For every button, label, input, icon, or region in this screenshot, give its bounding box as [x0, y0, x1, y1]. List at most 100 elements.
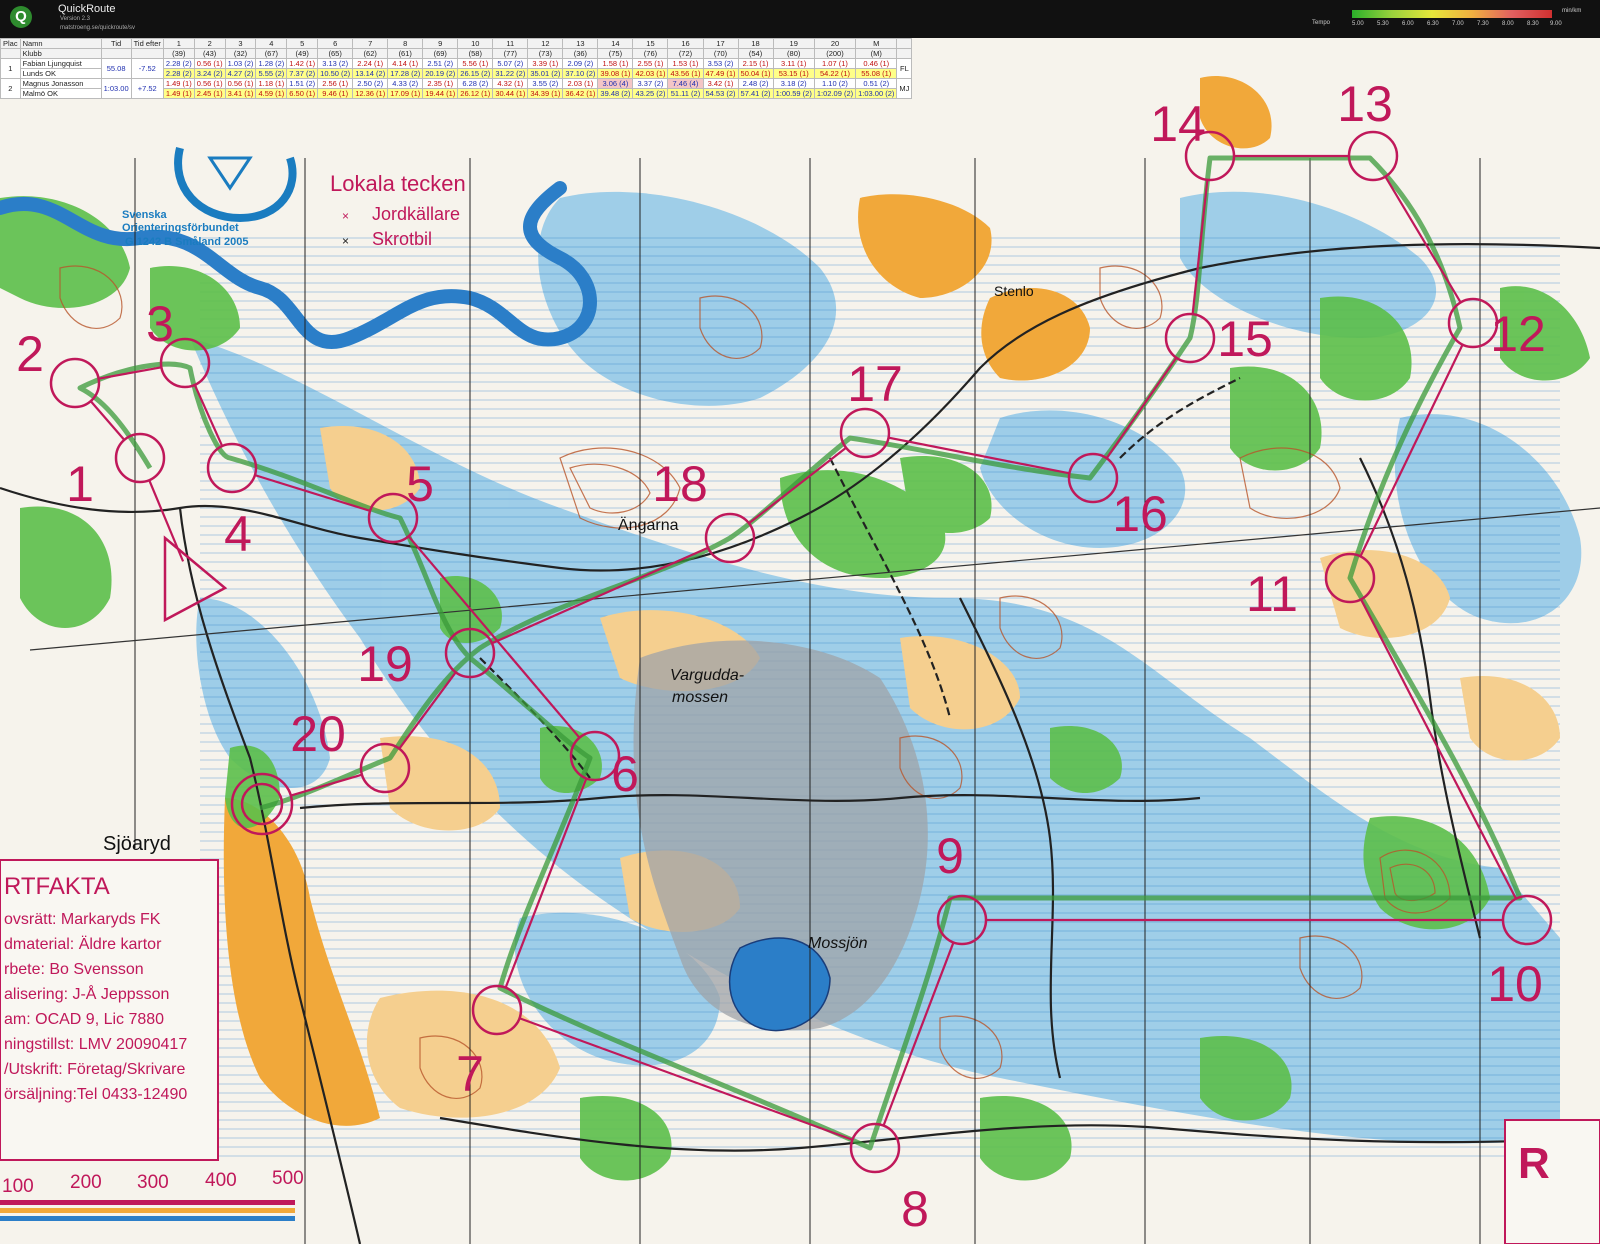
legend-symbol-2: × — [342, 234, 349, 248]
column-subheader: (75) — [597, 48, 634, 59]
table-cell: 3.55 (2) — [527, 78, 564, 89]
info-line: dmaterial: Äldre kartor — [4, 935, 162, 953]
table-cell: 51.11 (2) — [667, 88, 704, 99]
column-header[interactable]: 10 — [457, 38, 494, 49]
legend-symbol-1: × — [342, 209, 349, 223]
table-cell: 3.39 (1) — [527, 58, 564, 69]
table-cell: 1:02.09 (2) — [813, 88, 857, 99]
column-header[interactable]: 6 — [317, 38, 354, 49]
control-number: 16 — [1112, 486, 1168, 542]
column-subheader: (69) — [422, 48, 459, 59]
column-subheader: (77) — [492, 48, 529, 59]
control-number: 17 — [847, 356, 903, 412]
table-cell: 43.25 (2) — [632, 88, 669, 99]
map-info-box: RTFAKTA ovsrätt: Markaryds FK dmaterial:… — [0, 859, 219, 1161]
column-header[interactable]: 14 — [597, 38, 634, 49]
column-header[interactable]: 11 — [492, 38, 529, 49]
table-cell: 26.12 (1) — [457, 88, 494, 99]
column-header[interactable]: 4 — [255, 38, 288, 49]
table-cell: 39.08 (1) — [597, 68, 634, 79]
table-cell: 12.36 (1) — [352, 88, 389, 99]
table-cell: 1.03 (2) — [224, 58, 257, 69]
column-subheader: (32) — [224, 48, 257, 59]
column-header[interactable]: Namn — [19, 38, 102, 49]
column-header[interactable]: 15 — [632, 38, 669, 49]
column-header[interactable]: 9 — [422, 38, 459, 49]
table-cell: 2 — [0, 78, 21, 99]
table-cell: Fabian Ljungquist — [19, 58, 102, 69]
column-header[interactable]: 13 — [562, 38, 599, 49]
column-header[interactable]: 2 — [193, 38, 226, 49]
tempo-title: Tempo — [1312, 20, 1331, 26]
table-cell: -7.52 — [130, 58, 164, 79]
table-cell: 3.18 (2) — [772, 78, 815, 89]
column-subheader-blank — [896, 48, 913, 59]
column-header[interactable]: Tid efter — [130, 38, 164, 49]
column-subheader — [100, 48, 132, 59]
table-cell: 3.13 (2) — [317, 58, 354, 69]
table-cell: 5.56 (1) — [457, 58, 494, 69]
control-number: 2 — [16, 326, 44, 382]
column-header[interactable]: 18 — [737, 38, 774, 49]
column-header[interactable]: 17 — [702, 38, 739, 49]
table-cell: 37.10 (2) — [562, 68, 599, 79]
table-cell: +7.52 — [130, 78, 164, 99]
table-cell: 36.42 (1) — [562, 88, 599, 99]
column-header[interactable]: 16 — [667, 38, 704, 49]
table-cell: 20.19 (2) — [422, 68, 459, 79]
legend-label-skrotbil: Skrotbil — [372, 229, 432, 249]
table-cell: 1.49 (1) — [162, 88, 195, 99]
column-subheader — [130, 48, 164, 59]
column-header[interactable]: 1 — [162, 38, 195, 49]
table-cell: 2.50 (2) — [352, 78, 389, 89]
control-number: 13 — [1337, 76, 1393, 132]
tempo-tick: 9.00 — [1550, 21, 1562, 27]
table-cell: 26.15 (2) — [457, 68, 494, 79]
table-cell: 4.27 (2) — [224, 68, 257, 79]
table-cell: 4.32 (1) — [492, 78, 529, 89]
tempo-legend: Tempo 5.00 5.30 6.00 6.30 7.00 7.30 8.00… — [1312, 8, 1581, 30]
table-cell: 1 — [0, 58, 21, 79]
control-number: 7 — [456, 1046, 484, 1102]
table-cell: 10.50 (2) — [317, 68, 354, 79]
table-cell: 1.18 (1) — [255, 78, 288, 89]
control-number: 3 — [146, 296, 174, 352]
column-subheader: (65) — [317, 48, 354, 59]
column-header[interactable]: Plac — [0, 38, 21, 49]
column-header[interactable]: Tid — [100, 38, 132, 49]
column-subheader: (80) — [772, 48, 815, 59]
column-header[interactable]: 7 — [352, 38, 389, 49]
place-name-vargudda: Vargudda- — [670, 667, 744, 684]
info-line: /Utskrift: Företag/Skrivare — [4, 1061, 185, 1078]
scale-label: 400 — [205, 1170, 237, 1191]
table-cell: 3.42 (1) — [702, 78, 739, 89]
column-header[interactable]: 3 — [224, 38, 257, 49]
column-subheader: (76) — [632, 48, 669, 59]
orienteering-map[interactable]: 1234567891011121314151617181920 Svenska … — [0, 38, 1600, 1244]
column-header[interactable]: M — [855, 38, 898, 49]
place-name-mossjon: Mossjön — [808, 935, 868, 952]
column-subheader: (54) — [737, 48, 774, 59]
column-header[interactable]: 8 — [387, 38, 424, 49]
table-row[interactable]: 2 Magnus Jonasson 1:03.00 +7.52 1.49 (1) 0.56… — [0, 78, 913, 99]
column-header[interactable]: 19 — [772, 38, 815, 49]
column-header[interactable]: 12 — [527, 38, 564, 49]
tempo-tick: 7.00 — [1452, 21, 1464, 27]
control-number: 14 — [1150, 96, 1206, 152]
app-title: QuickRoute — [58, 3, 116, 15]
column-header[interactable]: 20 — [813, 38, 857, 49]
table-cell: 1.28 (2) — [255, 58, 288, 69]
table-cell: 17.09 (1) — [387, 88, 424, 99]
app-url: matstroeng.se/quickroute/sv — [60, 25, 136, 31]
table-cell: 54.22 (1) — [813, 68, 857, 79]
place-name-stenlo: Stenlo — [994, 283, 1034, 299]
legend-label-jordkallare: Jordkällare — [372, 204, 460, 224]
table-cell: 55.08 (1) — [855, 68, 898, 79]
column-header[interactable]: 5 — [286, 38, 319, 49]
table-cell: 4.33 (2) — [387, 78, 424, 89]
table-cell: 53.15 (1) — [772, 68, 815, 79]
tempo-tick: 6.30 — [1427, 21, 1439, 27]
table-row[interactable]: 1 Fabian Ljungquist 55.08 -7.52 2.28 (2) 0.56… — [0, 58, 913, 79]
table-cell: 31.22 (2) — [492, 68, 529, 79]
info-line: alisering: J-Å Jeppsson — [4, 984, 169, 1003]
